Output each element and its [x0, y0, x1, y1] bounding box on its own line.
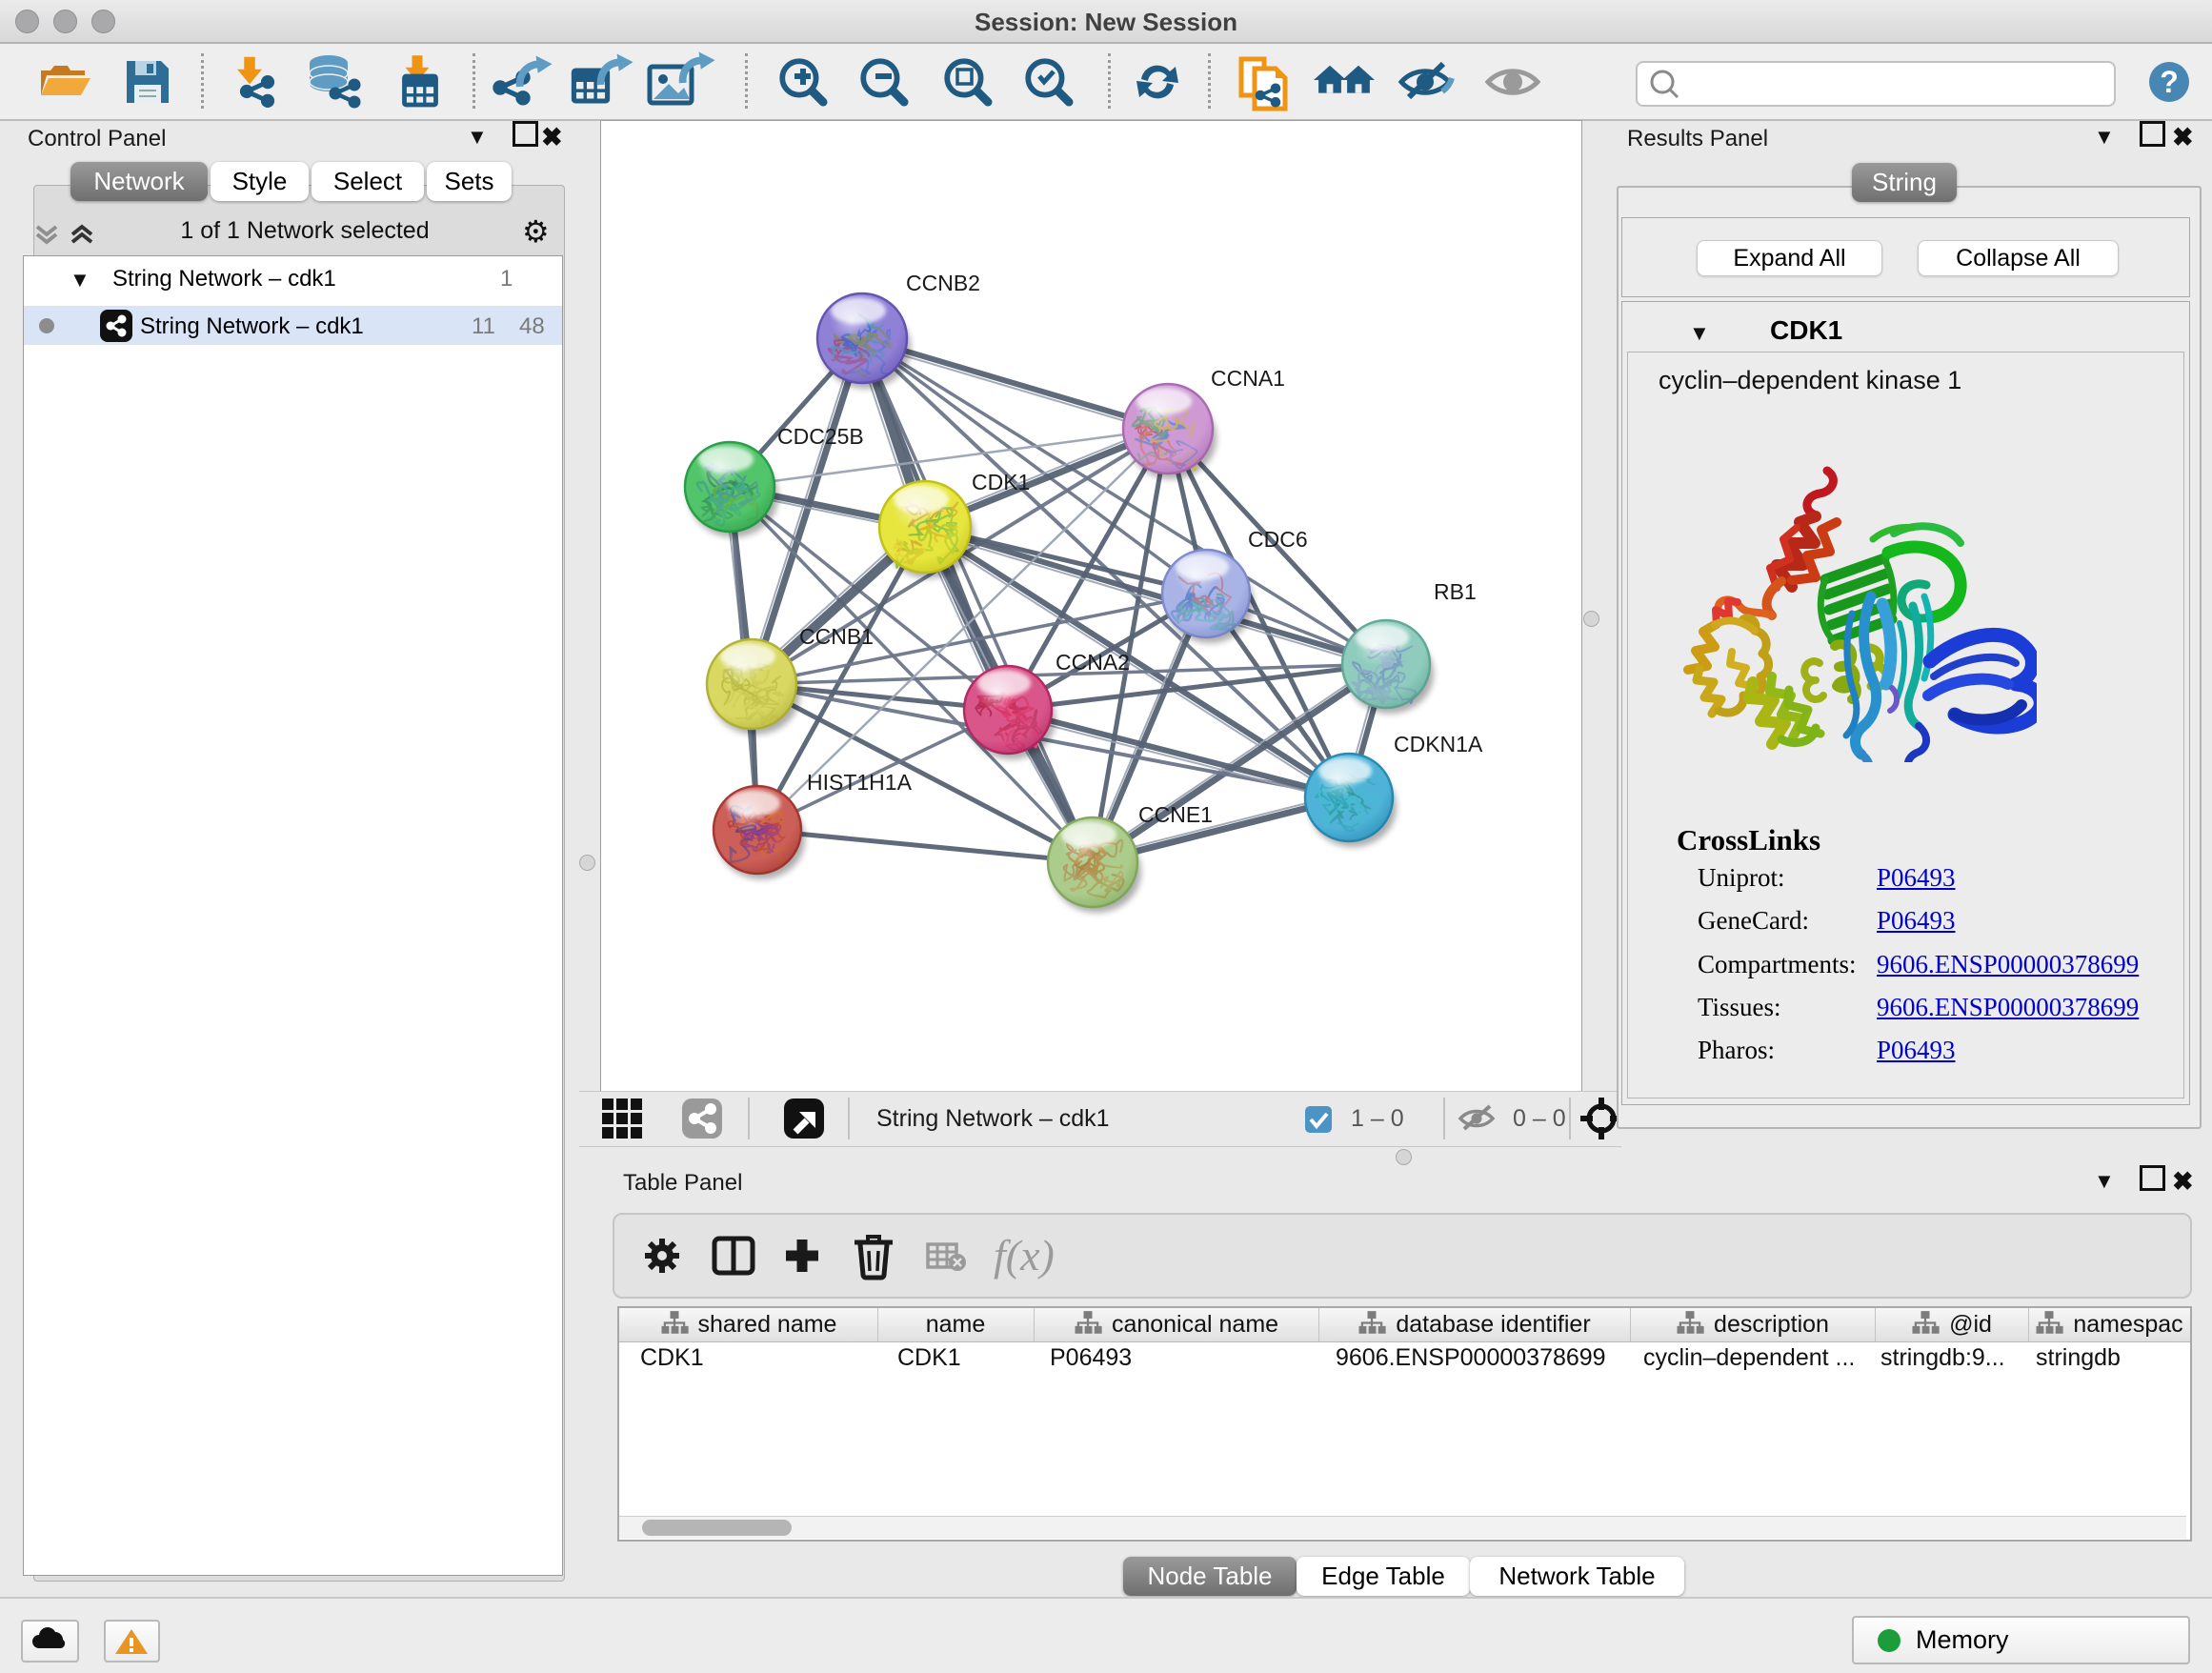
svg-text:CDC25B: CDC25B	[777, 424, 864, 449]
svg-text:?: ?	[2160, 65, 2179, 99]
svg-text:HIST1H1A: HIST1H1A	[807, 770, 913, 795]
svg-text:CCNA1: CCNA1	[1211, 366, 1285, 391]
svg-text:f(x): f(x)	[994, 1231, 1055, 1280]
svg-text:CCNB2: CCNB2	[906, 271, 980, 295]
svg-text:RB1: RB1	[1434, 579, 1477, 604]
svg-text:CDKN1A: CDKN1A	[1394, 732, 1483, 756]
svg-text:CCNE1: CCNE1	[1138, 802, 1213, 827]
svg-text:CCNA2: CCNA2	[1056, 650, 1130, 675]
svg-text:CDC6: CDC6	[1248, 527, 1308, 552]
svg-text:CDK1: CDK1	[972, 470, 1030, 494]
svg-text:CCNB1: CCNB1	[799, 624, 874, 649]
